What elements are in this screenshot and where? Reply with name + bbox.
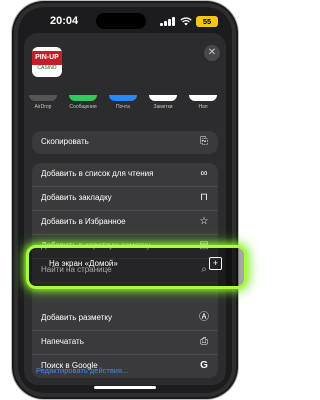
close-icon[interactable]: ✕ [204,45,220,61]
book-icon: ⊓ [200,192,208,203]
share-target-airdrop[interactable]: AirDrop [24,95,62,110]
notes-icon [149,95,177,101]
share-target-messages[interactable]: Сообщения [64,95,102,110]
action-copy[interactable]: Скопировать ⎘ [32,131,218,154]
glasses-icon: ∞ [200,168,208,179]
dynamic-island [96,13,146,29]
star-icon: ☆ [199,216,209,227]
add-to-home-screen-highlighted[interactable]: На экран «Домой» + [26,245,247,289]
share-sheet: PIN-UP CASINO ✕ AirDrop Сообщения Почта [24,33,226,385]
screen: 20:04 55 PIN-UP CASINO ✕ AirDrop Сообщен… [18,7,232,393]
battery-indicator: 55 [196,16,218,27]
share-header: PIN-UP CASINO ✕ [24,33,226,91]
status-bar: 20:04 55 [18,13,232,29]
airdrop-icon [29,95,57,101]
share-targets-row: AirDrop Сообщения Почта Заметки Нап [24,95,226,123]
status-time: 20:04 [50,15,79,27]
actions-group-copy: Скопировать ⎘ [32,131,218,154]
share-target-mail[interactable]: Почта [104,95,142,110]
app-icon [189,95,217,101]
signal-icon [160,17,176,26]
share-target-more[interactable]: Нап [184,95,222,110]
copy-icon: ⎘ [200,136,208,147]
google-icon: G [200,360,208,371]
add-square-icon: + [209,257,222,270]
wifi-icon [180,17,192,26]
action-print[interactable]: Напечатать ⎙ [32,331,218,355]
mail-icon [109,95,137,101]
edit-actions-link[interactable]: Редактировать действия... [36,366,128,375]
share-target-notes[interactable]: Заметки [144,95,182,110]
action-markup[interactable]: Добавить разметку Ⓐ [32,307,218,331]
phone-frame: 20:04 55 PIN-UP CASINO ✕ AirDrop Сообщен… [14,3,236,397]
printer-icon: ⎙ [200,336,208,347]
markup-icon: Ⓐ [199,312,209,323]
action-reading-list[interactable]: Добавить в список для чтения ∞ [32,163,218,187]
action-favorites[interactable]: Добавить в Избранное ☆ [32,211,218,235]
app-logo: PIN-UP CASINO [32,47,62,77]
action-bookmark[interactable]: Добавить закладку ⊓ [32,187,218,211]
messages-icon [69,95,97,101]
home-indicator [94,386,156,389]
